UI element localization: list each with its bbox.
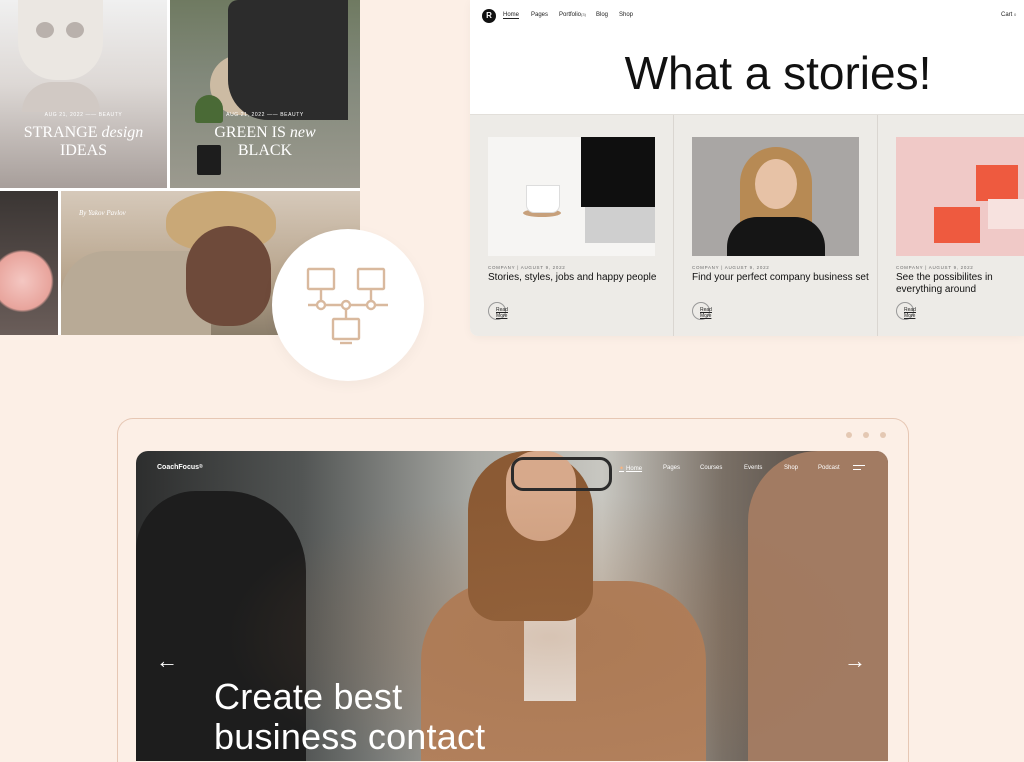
stories-nav: R Home Pages Portfolio(3) Blog Shop Cart… — [470, 0, 1024, 30]
window-dot — [880, 432, 886, 438]
hero-nav: CoachFocus® ✶ Home Pages Courses Events S… — [136, 451, 888, 487]
shopping-bag-image — [934, 207, 980, 243]
cart-count-badge: 0 — [1014, 12, 1017, 17]
arrow-right-icon[interactable]: → — [844, 650, 866, 672]
nav-portfolio-label: Portfolio — [559, 12, 582, 18]
network-badge — [272, 229, 424, 381]
author-caption: By Yakov Pavlov — [79, 209, 126, 217]
headline-italic: new — [289, 124, 316, 141]
skull-image — [18, 0, 103, 80]
plant-image — [195, 95, 223, 123]
post-meta: COMPANY | AUGUST 9, 2022 — [692, 265, 770, 270]
post-tile-strange-design[interactable]: AUG 21, 2022 —— BEAUTY STRANGE design ID… — [0, 0, 167, 188]
hero-nav-pages[interactable]: Pages — [663, 465, 680, 471]
box-image — [988, 199, 1024, 229]
read-more-label: Read More — [496, 307, 508, 319]
mug-image — [526, 185, 560, 213]
hero-title-line: business contact — [214, 716, 486, 757]
post-title[interactable]: Stories, styles, jobs and happy people — [488, 272, 666, 284]
hero-title-line: Create best — [214, 676, 403, 717]
skull-eye — [36, 22, 54, 38]
hero-nav-shop[interactable]: Shop — [784, 465, 798, 471]
face-image — [186, 226, 271, 326]
skull-eye — [66, 22, 84, 38]
hero-title: Create best business contact — [214, 677, 485, 757]
portfolio-count-badge: (3) — [581, 12, 586, 17]
logo-r[interactable]: R — [482, 9, 496, 23]
post-image[interactable] — [896, 137, 1024, 256]
headline-text: IDEAS — [59, 142, 108, 159]
window-dot — [846, 432, 852, 438]
post-meta: COMPANY | AUGUST 9, 2022 — [488, 265, 566, 270]
headline-text: GREEN IS — [214, 124, 290, 141]
nav-cart[interactable]: Cart 0 — [1001, 12, 1016, 18]
body-image — [727, 217, 825, 256]
stories-card: R Home Pages Portfolio(3) Blog Shop Cart… — [470, 0, 1024, 336]
flower-image — [0, 241, 56, 321]
post-card[interactable]: COMPANY | AUGUST 9, 2022 Find your perfe… — [674, 115, 878, 336]
hero-nav-home[interactable]: ✶ Home — [619, 465, 642, 472]
arrow-left-icon[interactable]: ← — [156, 650, 178, 672]
face-image — [755, 159, 797, 209]
post-image[interactable] — [692, 137, 859, 256]
brand-name: CoachFocus — [157, 464, 200, 471]
tile-headline: GREEN IS new BLACK — [170, 124, 360, 160]
post-title[interactable]: Find your perfect company business set — [692, 272, 870, 284]
read-more-label: Read More — [904, 307, 916, 319]
tile-meta: AUG 21, 2022 —— BEAUTY — [44, 112, 123, 118]
nav-shop[interactable]: Shop — [619, 12, 633, 18]
brand-logo[interactable]: CoachFocus® — [157, 464, 203, 471]
post-title[interactable]: See the possibilites in everything aroun… — [896, 272, 1024, 296]
hero-nav-courses[interactable]: Courses — [700, 465, 722, 471]
nav-cart-label: Cart — [1001, 12, 1013, 18]
nav-portfolio[interactable]: Portfolio(3) — [559, 12, 586, 18]
headline-text: BLACK — [237, 142, 293, 159]
hero-nav-events[interactable]: Events — [744, 465, 762, 471]
tile-headline: STRANGE design IDEAS — [0, 124, 167, 160]
hero-section: CoachFocus® ✶ Home Pages Courses Events S… — [136, 451, 888, 761]
tile-meta: AUG 21, 2022 —— BEAUTY — [226, 112, 304, 118]
window-dot — [863, 432, 869, 438]
nav-home[interactable]: Home — [503, 12, 520, 19]
read-more-label: Read More — [700, 307, 712, 319]
headline-italic: design — [101, 124, 144, 141]
page-title: What a stories! — [624, 47, 932, 99]
window-dots — [846, 432, 886, 438]
post-meta: COMPANY | AUGUST 9, 2022 — [896, 265, 974, 270]
person-image — [228, 0, 348, 120]
post-tile-green-is-new-black[interactable]: AUG 21, 2022 —— BEAUTY GREEN IS new BLAC… — [170, 0, 360, 188]
star-icon: ✶ — [619, 466, 625, 472]
nav-pages[interactable]: Pages — [531, 12, 548, 18]
post-tile-flower[interactable] — [0, 191, 58, 335]
post-card[interactable]: COMPANY | AUGUST 9, 2022 See the possibi… — [878, 115, 1024, 336]
post-card[interactable]: COMPANY | AUGUST 9, 2022 Stories, styles… — [470, 115, 674, 336]
brand-mark: ® — [199, 464, 203, 470]
nav-blog[interactable]: Blog — [596, 12, 608, 18]
network-icon — [306, 267, 388, 345]
keyboard-image — [585, 207, 655, 243]
menu-bar — [853, 469, 861, 470]
shopping-bag-image — [976, 165, 1018, 201]
hamburger-menu-icon[interactable] — [853, 465, 865, 471]
posts-grid: COMPANY | AUGUST 9, 2022 Stories, styles… — [470, 114, 1024, 336]
headline-text: STRANGE — [23, 124, 102, 141]
menu-bar — [853, 465, 865, 466]
skull-reflection — [22, 82, 100, 112]
laptop-image — [581, 137, 655, 207]
post-image[interactable] — [488, 137, 655, 256]
hero-nav-home-label: Home — [626, 466, 643, 472]
hero-nav-podcast[interactable]: Podcast — [818, 465, 840, 471]
